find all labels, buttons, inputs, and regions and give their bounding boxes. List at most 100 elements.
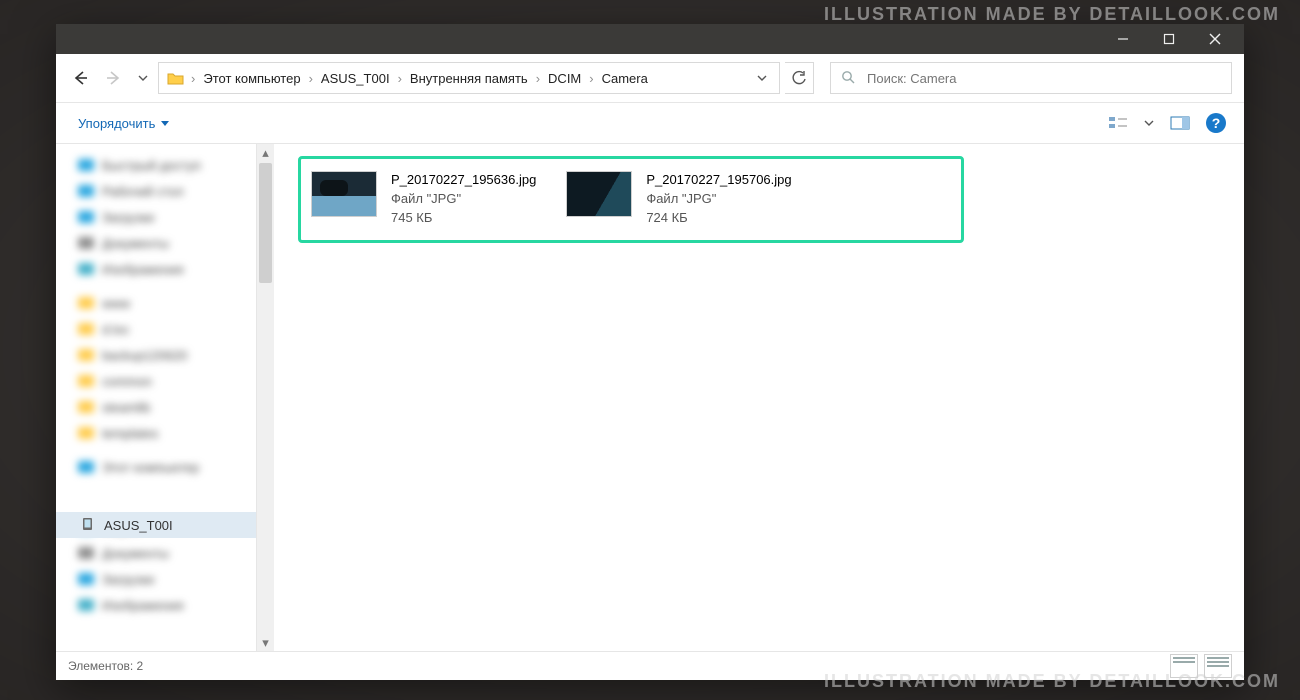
breadcrumb-segment[interactable]: DCIM <box>542 64 587 92</box>
close-button[interactable] <box>1192 24 1238 54</box>
sidebar-item[interactable]: Быстрый доступ <box>74 152 248 178</box>
breadcrumb[interactable]: › Этот компьютер › ASUS_T00I › Внутрення… <box>158 62 780 94</box>
folder-icon <box>78 599 94 611</box>
sidebar-item[interactable]: Загрузки <box>74 566 248 592</box>
folder-icon <box>78 461 94 473</box>
sidebar-item-label: d.loc <box>102 322 129 337</box>
breadcrumb-segment[interactable]: Внутренняя память <box>404 64 534 92</box>
sidebar-item[interactable]: Документы <box>74 230 248 256</box>
file-info: P_20170227_195636.jpg Файл "JPG" 745 КБ <box>391 171 536 228</box>
file-thumbnail <box>311 171 377 217</box>
folder-icon <box>78 263 94 275</box>
sidebar-item[interactable]: Документы <box>74 540 248 566</box>
file-item[interactable]: P_20170227_195706.jpg Файл "JPG" 724 КБ <box>566 171 791 228</box>
device-icon <box>82 517 96 534</box>
sidebar-item[interactable]: common <box>74 368 248 394</box>
preview-pane-button[interactable] <box>1164 109 1196 137</box>
sidebar-item-label: Загрузки <box>102 210 154 225</box>
chevron-right-icon: › <box>189 71 197 86</box>
minimize-button[interactable] <box>1100 24 1146 54</box>
breadcrumb-segment[interactable]: ASUS_T00I <box>315 64 396 92</box>
folder-icon <box>78 427 94 439</box>
sidebar-item-label: Документы <box>102 236 169 251</box>
search-box[interactable] <box>830 62 1232 94</box>
toolbar: Упорядочить ? <box>56 103 1244 144</box>
folder-icon <box>167 69 185 87</box>
breadcrumb-segment[interactable]: Camera <box>596 64 654 92</box>
sidebar-item-label: Быстрый доступ <box>102 158 201 173</box>
help-button[interactable]: ? <box>1206 113 1226 133</box>
sidebar-item[interactable]: steamlib <box>74 394 248 420</box>
refresh-button[interactable] <box>785 62 814 94</box>
sidebar-item-label: backup120620 <box>102 348 187 363</box>
sidebar-item-label: Этот компьютер <box>102 460 199 475</box>
chevron-right-icon: › <box>307 71 315 86</box>
caret-down-icon <box>161 121 169 126</box>
annotation-highlight: P_20170227_195636.jpg Файл "JPG" 745 КБ … <box>298 156 964 243</box>
sidebar-item[interactable]: www <box>74 290 248 316</box>
breadcrumb-dropdown-button[interactable] <box>749 64 775 92</box>
chevron-right-icon: › <box>396 71 404 86</box>
sidebar-item-label: templates <box>102 426 158 441</box>
explorer-window: › Этот компьютер › ASUS_T00I › Внутрення… <box>56 24 1244 680</box>
back-button[interactable] <box>66 64 94 92</box>
folder-icon <box>78 547 94 559</box>
file-name: P_20170227_195706.jpg <box>646 171 791 190</box>
folder-icon <box>78 349 94 361</box>
folder-icon <box>78 185 94 197</box>
file-item[interactable]: P_20170227_195636.jpg Файл "JPG" 745 КБ <box>311 171 536 228</box>
file-size: 745 КБ <box>391 209 536 228</box>
maximize-button[interactable] <box>1146 24 1192 54</box>
folder-icon <box>78 401 94 413</box>
view-options-button[interactable] <box>1102 109 1134 137</box>
file-type: Файл "JPG" <box>391 190 536 209</box>
body: Быстрый доступ Рабочий стол Загрузки Докуме… <box>56 144 1244 651</box>
folder-icon <box>78 323 94 335</box>
sidebar-item[interactable]: Изображения <box>74 256 248 282</box>
sidebar-item-label: common <box>102 374 152 389</box>
organize-label: Упорядочить <box>78 116 155 131</box>
watermark-bottom: ILLUSTRATION MADE BY DETAILLOOK.COM <box>824 671 1280 692</box>
titlebar <box>56 24 1244 54</box>
folder-icon <box>78 237 94 249</box>
recent-dropdown-button[interactable] <box>134 64 152 92</box>
sidebar-item[interactable]: Рабочий стол <box>74 178 248 204</box>
scroll-thumb[interactable] <box>259 163 272 283</box>
file-type: Файл "JPG" <box>646 190 791 209</box>
file-size: 724 КБ <box>646 209 791 228</box>
sidebar-item-selected[interactable]: ASUS_T00I <box>56 512 256 538</box>
search-input[interactable] <box>865 70 1221 87</box>
sidebar-item-label: ASUS_T00I <box>104 518 173 533</box>
sidebar-item[interactable]: templates <box>74 420 248 446</box>
sidebar-item-label: Загрузки <box>102 572 154 587</box>
file-pane[interactable]: P_20170227_195636.jpg Файл "JPG" 745 КБ … <box>274 144 1244 651</box>
forward-button[interactable] <box>100 64 128 92</box>
scroll-down-button[interactable]: ▾ <box>257 634 274 651</box>
nav-sidebar: Быстрый доступ Рабочий стол Загрузки Докуме… <box>56 144 257 651</box>
caret-down-icon[interactable] <box>1144 116 1154 131</box>
folder-icon <box>78 573 94 585</box>
watermark-top: ILLUSTRATION MADE BY DETAILLOOK.COM <box>824 4 1280 25</box>
sidebar-item[interactable]: Этот компьютер <box>74 454 248 480</box>
folder-icon <box>78 297 94 309</box>
sidebar-item[interactable]: backup120620 <box>74 342 248 368</box>
scroll-up-button[interactable]: ▴ <box>257 144 274 161</box>
chevron-right-icon: › <box>587 71 595 86</box>
folder-icon <box>78 159 94 171</box>
sidebar-item-label: Изображения <box>102 598 184 613</box>
sidebar-item-label: www <box>102 296 130 311</box>
file-info: P_20170227_195706.jpg Файл "JPG" 724 КБ <box>646 171 791 228</box>
sidebar-item-label: steamlib <box>102 400 150 415</box>
sidebar-item[interactable]: d.loc <box>74 316 248 342</box>
file-name: P_20170227_195636.jpg <box>391 171 536 190</box>
folder-icon <box>78 211 94 223</box>
search-icon <box>841 70 855 87</box>
chevron-right-icon: › <box>534 71 542 86</box>
organize-button[interactable]: Упорядочить <box>74 112 173 135</box>
sidebar-item[interactable]: Загрузки <box>74 204 248 230</box>
file-thumbnail <box>566 171 632 217</box>
sidebar-scrollbar[interactable]: ▴ ▾ <box>257 144 274 651</box>
sidebar-item[interactable]: Изображения <box>74 592 248 618</box>
breadcrumb-segment[interactable]: Этот компьютер <box>197 64 306 92</box>
folder-icon <box>78 375 94 387</box>
